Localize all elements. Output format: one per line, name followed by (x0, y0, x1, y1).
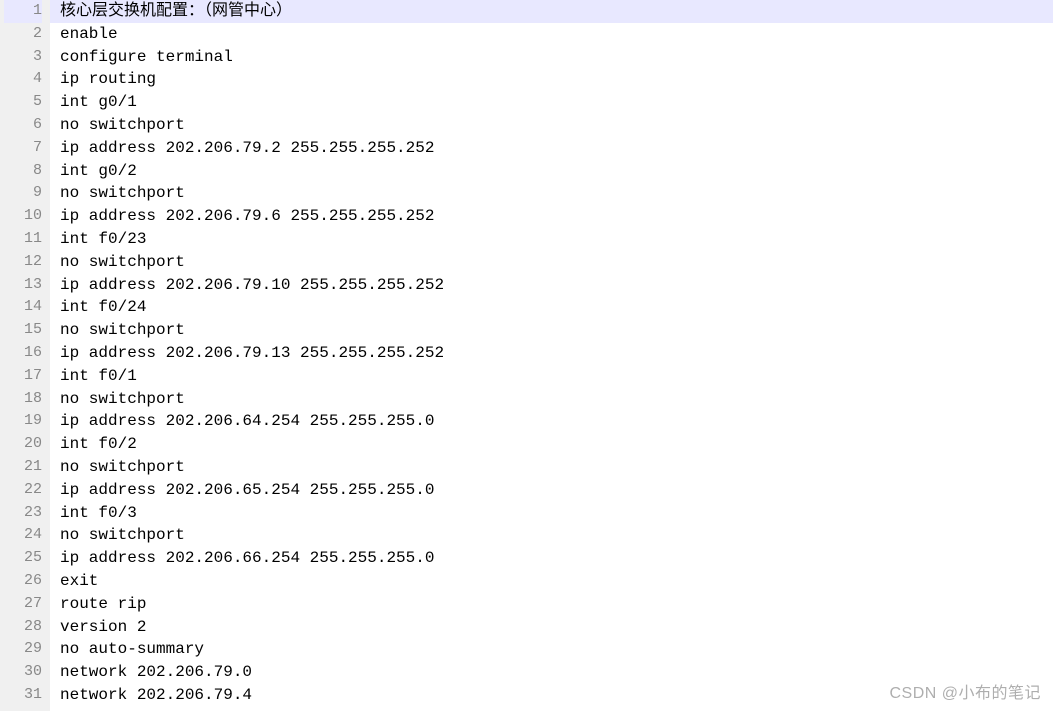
code-line[interactable]: no switchport (60, 319, 1053, 342)
line-number: 12 (4, 251, 42, 274)
line-number-gutter: 1234567891011121314151617181920212223242… (0, 0, 50, 711)
code-line[interactable]: ip address 202.206.79.10 255.255.255.252 (60, 274, 1053, 297)
line-number: 28 (4, 616, 42, 639)
line-number: 15 (4, 319, 42, 342)
code-line[interactable]: no switchport (60, 524, 1053, 547)
code-line[interactable]: configure terminal (60, 46, 1053, 69)
code-line[interactable]: 核心层交换机配置：（网管中心） (50, 0, 1053, 23)
line-number: 31 (4, 684, 42, 707)
line-number: 23 (4, 502, 42, 525)
line-number: 5 (4, 91, 42, 114)
code-line[interactable]: int g0/2 (60, 160, 1053, 183)
line-number: 20 (4, 433, 42, 456)
code-line[interactable]: int g0/1 (60, 91, 1053, 114)
line-number: 25 (4, 547, 42, 570)
watermark-text: CSDN @小布的笔记 (889, 679, 1041, 703)
line-number: 6 (4, 114, 42, 137)
code-line[interactable]: route rip (60, 593, 1053, 616)
code-line[interactable]: no auto-summary (60, 638, 1053, 661)
code-line[interactable]: ip address 202.206.79.13 255.255.255.252 (60, 342, 1053, 365)
code-line[interactable]: ip address 202.206.79.6 255.255.255.252 (60, 205, 1053, 228)
code-editor: 1234567891011121314151617181920212223242… (0, 0, 1053, 711)
line-number: 8 (4, 160, 42, 183)
code-line[interactable]: int f0/2 (60, 433, 1053, 456)
line-number: 16 (4, 342, 42, 365)
code-line[interactable]: no switchport (60, 456, 1053, 479)
line-number: 19 (4, 410, 42, 433)
line-number: 26 (4, 570, 42, 593)
code-line[interactable]: int f0/23 (60, 228, 1053, 251)
code-content[interactable]: 核心层交换机配置：（网管中心）enableconfigure terminali… (50, 0, 1053, 711)
line-number: 30 (4, 661, 42, 684)
line-number: 14 (4, 296, 42, 319)
code-line[interactable]: ip routing (60, 68, 1053, 91)
code-line[interactable]: no switchport (60, 182, 1053, 205)
line-number: 1 (4, 0, 42, 23)
line-number: 21 (4, 456, 42, 479)
line-number: 29 (4, 638, 42, 661)
code-line[interactable]: ip address 202.206.65.254 255.255.255.0 (60, 479, 1053, 502)
code-line[interactable]: exit (60, 570, 1053, 593)
code-line[interactable]: enable (60, 23, 1053, 46)
code-line[interactable]: int f0/1 (60, 365, 1053, 388)
code-line[interactable]: ip address 202.206.64.254 255.255.255.0 (60, 410, 1053, 433)
line-number: 13 (4, 274, 42, 297)
code-line[interactable]: no switchport (60, 251, 1053, 274)
code-line[interactable]: int f0/3 (60, 502, 1053, 525)
line-number: 7 (4, 137, 42, 160)
line-number: 27 (4, 593, 42, 616)
code-line[interactable]: version 2 (60, 616, 1053, 639)
line-number: 4 (4, 68, 42, 91)
code-line[interactable]: ip address 202.206.66.254 255.255.255.0 (60, 547, 1053, 570)
code-line[interactable]: ip address 202.206.79.2 255.255.255.252 (60, 137, 1053, 160)
line-number: 17 (4, 365, 42, 388)
line-number: 18 (4, 388, 42, 411)
line-number: 24 (4, 524, 42, 547)
code-line[interactable]: no switchport (60, 114, 1053, 137)
code-line[interactable]: int f0/24 (60, 296, 1053, 319)
line-number: 2 (4, 23, 42, 46)
line-number: 3 (4, 46, 42, 69)
line-number: 10 (4, 205, 42, 228)
line-number: 11 (4, 228, 42, 251)
line-number: 22 (4, 479, 42, 502)
line-number: 9 (4, 182, 42, 205)
code-line[interactable]: no switchport (60, 388, 1053, 411)
